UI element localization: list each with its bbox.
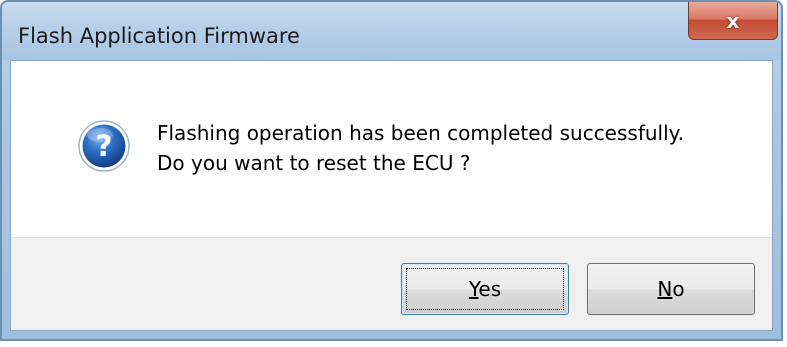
message-area: ? Flashing operation has been completed … (11, 61, 772, 237)
no-button-label: No (657, 277, 685, 301)
yes-button[interactable]: Yes (401, 263, 569, 315)
dialog-client-area: ? Flashing operation has been completed … (10, 60, 773, 331)
no-button[interactable]: No (587, 263, 755, 315)
yes-button-label: Yes (468, 277, 502, 301)
window-title: Flash Application Firmware (18, 24, 300, 48)
title-bar[interactable]: Flash Application Firmware x (2, 2, 781, 60)
message-line-1: Flashing operation has been completed su… (157, 121, 685, 145)
svg-text:?: ? (96, 129, 113, 163)
dialog-window: Flash Application Firmware x ? Flashing … (0, 0, 783, 341)
message-line-2: Do you want to reset the ECU ? (157, 151, 471, 175)
close-button[interactable]: x (688, 2, 778, 40)
question-icon: ? (78, 120, 130, 172)
button-panel: Yes No (11, 237, 772, 330)
message-text: Flashing operation has been completed su… (157, 118, 684, 178)
close-icon: x (726, 8, 740, 33)
